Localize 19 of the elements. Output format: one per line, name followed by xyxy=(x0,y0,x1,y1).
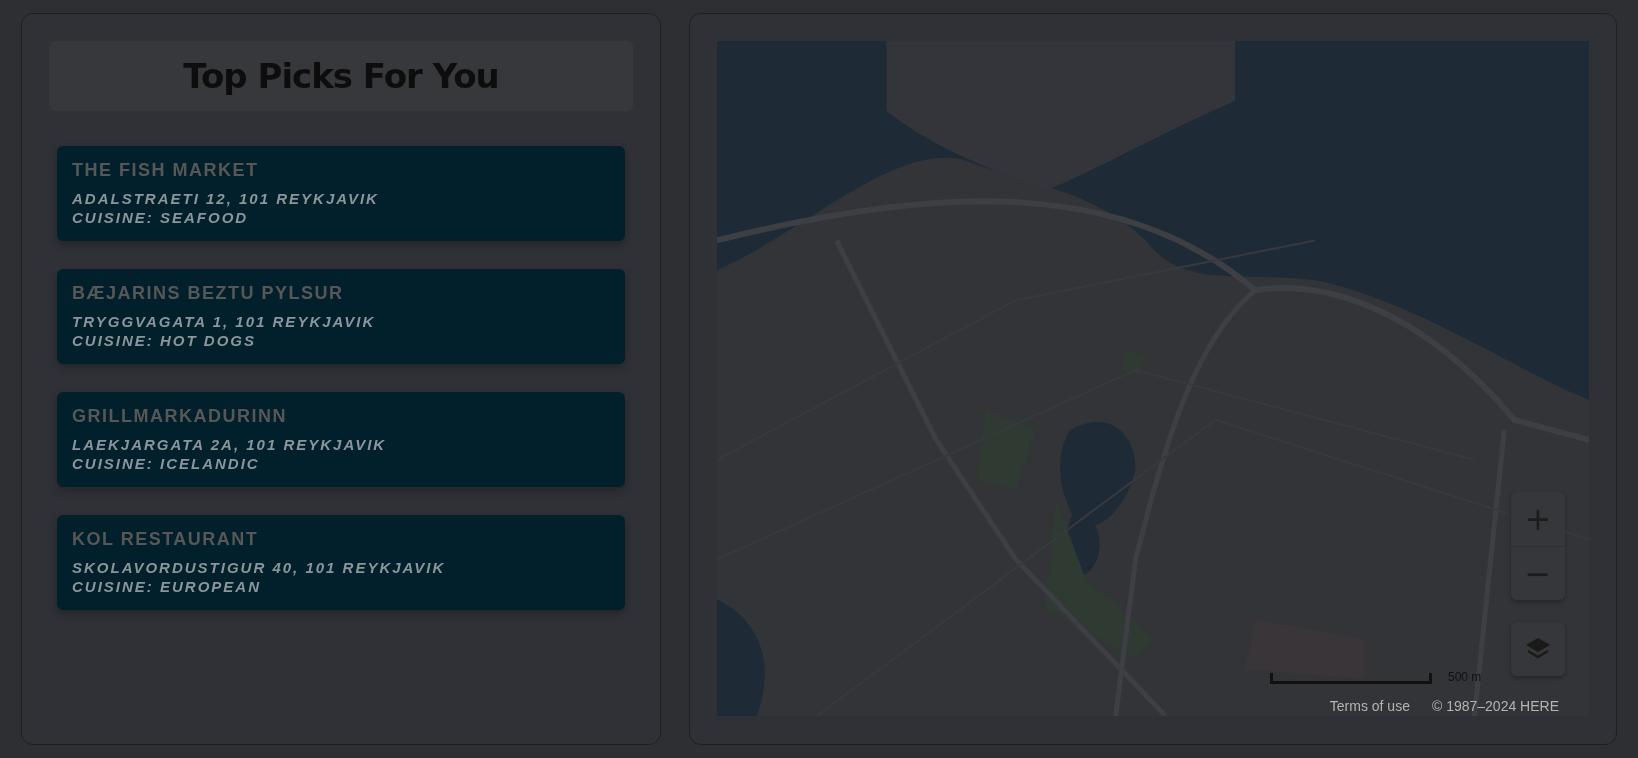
restaurant-name: KOL RESTAURANT xyxy=(72,529,260,550)
restaurant-card[interactable]: KOL RESTAURANT SKOLAVORDUSTIGUR 40, 101 REYKJAVIK CUISINE: EUROPEAN xyxy=(57,515,625,610)
restaurant-address: ADALSTRAETI 12, 101 REYKJAVIK xyxy=(72,189,380,208)
restaurant-address: SKOLAVORDUSTIGUR 40, 101 REYKJAVIK xyxy=(72,558,447,577)
restaurant-cuisine: CUISINE: EUROPEAN xyxy=(72,577,263,596)
restaurant-card[interactable]: THE FISH MARKET ADALSTRAETI 12, 101 REYKJAVIK CUISINE: SEAFOOD xyxy=(57,146,625,241)
terms-link[interactable]: Terms of use xyxy=(1329,698,1410,714)
restaurant-card[interactable]: GRILLMARKADURINN LAEKJARGATA 2A, 101 REYKJAVIK CUISINE: ICELANDIC xyxy=(57,392,625,487)
layers-button[interactable] xyxy=(1511,622,1565,676)
restaurant-name: THE FISH MARKET xyxy=(72,160,260,181)
restaurant-name: BÆJARINS BEZTU PYLSUR xyxy=(72,283,345,304)
restaurant-cuisine: CUISINE: HOT DOGS xyxy=(72,331,257,350)
restaurant-name: GRILLMARKADURINN xyxy=(72,406,288,427)
restaurant-address: TRYGGVAGATA 1, 101 REYKJAVIK xyxy=(72,312,377,331)
restaurant-address: LAEKJARGATA 2A, 101 REYKJAVIK xyxy=(72,435,388,454)
copyright-text: © 1987–2024 HERE xyxy=(1431,698,1559,714)
restaurant-cuisine: CUISINE: ICELANDIC xyxy=(72,454,261,473)
restaurant-card[interactable]: BÆJARINS BEZTU PYLSUR TRYGGVAGATA 1, 101 REYKJAVIK CUISINE: HOT DOGS xyxy=(57,269,625,364)
restaurant-cuisine: CUISINE: SEAFOOD xyxy=(72,208,250,227)
